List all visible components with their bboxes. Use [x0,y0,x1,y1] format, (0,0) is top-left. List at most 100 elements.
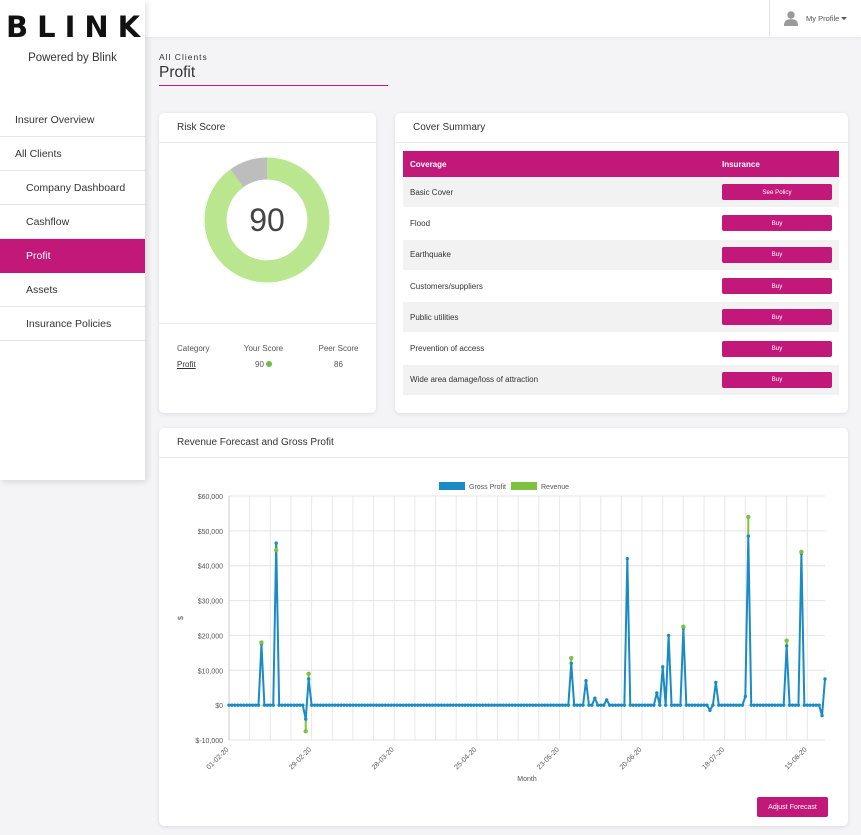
buy-button[interactable]: Buy [722,309,832,326]
gross-profit-point [637,703,641,707]
gross-profit-point [495,703,500,707]
gross-profit-point [245,703,249,707]
gross-profit-point [289,703,293,707]
gross-profit-point [348,703,352,707]
revenue-point [746,514,751,520]
gross-profit-point [602,703,606,707]
gross-profit-point [563,703,568,707]
revenue-card-title: Revenue Forecast and Gross Profit [159,428,848,458]
gross-profit-point [401,703,405,707]
y-tick-label: $50,000 [198,529,223,536]
gross-profit-point [746,534,750,538]
gross-profit-point [333,703,337,707]
gross-profit-point [392,703,396,707]
gross-profit-point [389,703,393,707]
gross-profit-point [295,703,299,707]
gross-profit-point [445,703,450,707]
gross-profit-point [472,703,476,707]
gross-profit-point [687,703,691,707]
coverage-name: Earthquake [410,250,451,260]
revenue-point [569,655,574,661]
gross-profit-point [306,677,311,681]
gross-profit-point [543,703,547,707]
sidebar-item-company-dashboard[interactable]: Company Dashboard [0,171,145,205]
gross-profit-point [672,703,677,707]
buy-button[interactable]: Buy [722,246,832,263]
gross-profit-point [548,703,553,707]
gross-profit-point [540,703,544,707]
score-table-header: Category Your Score Peer Score [159,344,376,353]
peer-score-value: 86 [334,360,343,369]
gross-profit-point [658,703,662,707]
status-dot-icon [265,361,272,367]
sidebar-item-all-clients[interactable]: All Clients [0,137,145,171]
legend-swatch [439,482,465,490]
gross-profit-point [457,703,461,707]
buy-button[interactable]: Buy [722,215,832,232]
gross-profit-point [805,703,809,707]
gross-profit-point [708,708,712,713]
gross-profit-point [740,703,745,707]
gross-profit-point [767,703,771,707]
risk-score-value: 90 [249,202,285,238]
buy-button[interactable]: Buy [722,340,832,357]
score-table: Category Your Score Peer Score Profit 90… [159,323,376,369]
gross-profit-point [817,703,821,707]
gross-profit-point [590,703,594,707]
col-category: Category [177,344,210,353]
gross-profit-point [247,703,252,707]
see-policy-button[interactable]: See Policy [722,184,832,201]
y-tick-label: $30,000 [198,599,223,606]
revenue-point [274,547,279,553]
gross-profit-point [820,713,824,718]
revenue-point [306,671,311,676]
sidebar-item-insurance-policies[interactable]: Insurance Policies [0,307,145,341]
gross-profit-point [572,703,576,707]
gross-profit-point [354,703,358,707]
profile-menu[interactable]: My Profile [769,0,861,37]
coverage-name: Prevention of access [410,344,485,354]
breadcrumb[interactable]: All Clients [159,52,208,62]
gross-profit-point [522,703,526,707]
sidebar-item-profit[interactable]: Profit [0,239,145,273]
gross-profit-point [793,703,798,707]
gross-profit-point [525,703,529,707]
sidebar-item-assets[interactable]: Assets [0,273,145,307]
gross-profit-point [433,703,438,707]
user-icon [784,11,798,26]
chevron-down-icon [841,17,848,20]
buy-button[interactable]: Buy [722,371,832,388]
gross-profit-point [454,703,458,707]
gross-profit-point [413,703,417,707]
gross-profit-point [283,703,287,707]
gross-profit-point [318,703,323,707]
sidebar-nav: Insurer Overview All Clients Company Dashb… [0,103,145,341]
y-tick-label: $0 [215,703,223,710]
gross-profit-point [427,703,432,707]
x-axis-title: Month [517,776,537,783]
sidebar-item-cashflow[interactable]: Cashflow [0,205,145,239]
col-your-score: Your Score [243,344,284,353]
gross-profit-point [669,703,674,707]
legend-label: Revenue [541,484,569,491]
gross-profit-point [365,703,370,707]
gross-profit-point [374,703,379,707]
coverage-row: Basic Cover See Policy [403,177,839,209]
sidebar-item-insurer-overview[interactable]: Insurer Overview [0,103,145,137]
category-link[interactable]: Profit [177,360,196,369]
gross-profit-point [711,703,715,707]
col-insurance: Insurance [722,159,760,169]
adjust-forecast-button[interactable]: Adjust Forecast [757,797,828,817]
gross-profit-point [478,703,482,707]
col-peer-score: Peer Score [318,344,359,353]
gross-profit-point [545,703,550,707]
gross-profit-point [504,703,509,707]
gross-profit-point [731,703,736,707]
gross-profit-point [764,703,768,707]
buy-button[interactable]: Buy [722,278,832,295]
gross-profit-point [784,644,789,648]
brand-logo[interactable]: BLINK Powered by Blink [0,0,145,100]
gross-profit-point [510,703,514,707]
gross-profit-point [498,703,503,707]
gross-profit-point [398,703,402,707]
